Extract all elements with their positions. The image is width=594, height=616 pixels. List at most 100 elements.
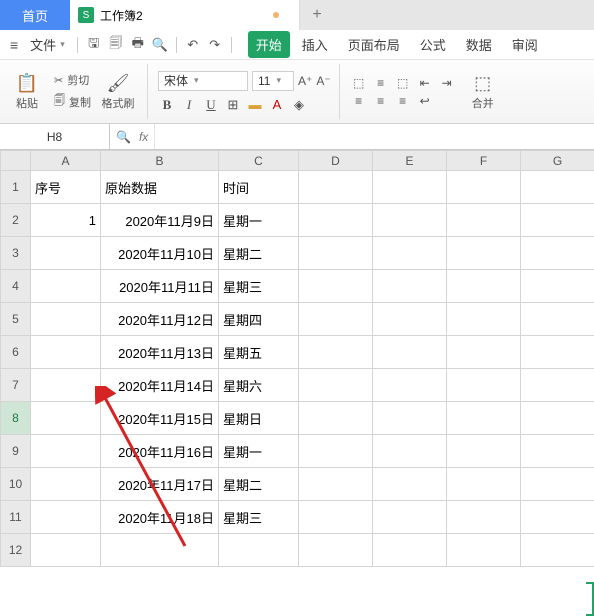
print-icon[interactable]: 🖶 <box>128 34 148 56</box>
row-header-8[interactable]: 8 <box>1 402 31 435</box>
cell-F11[interactable] <box>447 501 521 534</box>
fill-color-button[interactable]: ▬ <box>246 97 264 113</box>
cell-D12[interactable] <box>299 534 373 567</box>
copy-button[interactable]: 🗐复制 <box>54 92 91 111</box>
align-center-icon[interactable]: ≡ <box>372 94 390 108</box>
cell-E1[interactable] <box>373 171 447 204</box>
align-left-icon[interactable]: ≡ <box>350 94 368 108</box>
cell-A6[interactable] <box>31 336 101 369</box>
cell-F8[interactable] <box>447 402 521 435</box>
cell-F6[interactable] <box>447 336 521 369</box>
cell-A8[interactable] <box>31 402 101 435</box>
cell-A11[interactable] <box>31 501 101 534</box>
font-name-select[interactable]: 宋体▾ <box>158 71 248 91</box>
cell-G10[interactable] <box>521 468 594 501</box>
cell-F4[interactable] <box>447 270 521 303</box>
cell-A4[interactable] <box>31 270 101 303</box>
align-bottom-icon[interactable]: ⬚ <box>394 76 412 90</box>
cell-G6[interactable] <box>521 336 594 369</box>
cell-A10[interactable] <box>31 468 101 501</box>
cell-E8[interactable] <box>373 402 447 435</box>
col-header-F[interactable]: F <box>447 151 521 171</box>
wrap-text-icon[interactable]: ↩ <box>416 94 434 108</box>
cell-B4[interactable]: 2020年11月11日 <box>101 270 219 303</box>
row-header-3[interactable]: 3 <box>1 237 31 270</box>
home-tab[interactable]: 首页 <box>0 0 70 30</box>
tab-data[interactable]: 数据 <box>458 31 500 58</box>
cell-D10[interactable] <box>299 468 373 501</box>
preview-icon[interactable]: 🔍 <box>150 37 170 53</box>
cell-E6[interactable] <box>373 336 447 369</box>
row-header-7[interactable]: 7 <box>1 369 31 402</box>
row-header-2[interactable]: 2 <box>1 204 31 237</box>
col-header-C[interactable]: C <box>219 151 299 171</box>
cell-F9[interactable] <box>447 435 521 468</box>
new-tab-button[interactable]: + <box>300 0 334 30</box>
cell-C2[interactable]: 星期一 <box>219 204 299 237</box>
cell-G4[interactable] <box>521 270 594 303</box>
workbook-tab[interactable]: S 工作簿2 <box>70 0 300 30</box>
align-top-icon[interactable]: ⬚ <box>350 76 368 90</box>
col-header-B[interactable]: B <box>101 151 219 171</box>
cell-A1[interactable]: 序号 <box>31 171 101 204</box>
cell-C3[interactable]: 星期二 <box>219 237 299 270</box>
spreadsheet-grid[interactable]: ABCDEFG1序号原始数据时间212020年11月9日星期一32020年11月… <box>0 150 594 567</box>
file-menu-button[interactable]: 文件 ▾ <box>24 35 71 54</box>
cell-A7[interactable] <box>31 369 101 402</box>
bold-button[interactable]: B <box>158 97 176 113</box>
cell-D11[interactable] <box>299 501 373 534</box>
cell-A9[interactable] <box>31 435 101 468</box>
row-header-6[interactable]: 6 <box>1 336 31 369</box>
cell-F5[interactable] <box>447 303 521 336</box>
cell-E4[interactable] <box>373 270 447 303</box>
saveas-icon[interactable]: 🗐 <box>106 34 126 56</box>
cell-C11[interactable]: 星期三 <box>219 501 299 534</box>
cut-button[interactable]: ✂剪切 <box>54 72 91 88</box>
cell-A5[interactable] <box>31 303 101 336</box>
cell-B10[interactable]: 2020年11月17日 <box>101 468 219 501</box>
cell-A3[interactable] <box>31 237 101 270</box>
cell-E9[interactable] <box>373 435 447 468</box>
cell-C8[interactable]: 星期日 <box>219 402 299 435</box>
cell-B9[interactable]: 2020年11月16日 <box>101 435 219 468</box>
cell-D9[interactable] <box>299 435 373 468</box>
cell-B8[interactable]: 2020年11月15日 <box>101 402 219 435</box>
fx-icon[interactable]: fx <box>139 130 148 144</box>
increase-font-icon[interactable]: A⁺ <box>298 74 312 88</box>
cell-G11[interactable] <box>521 501 594 534</box>
cell-G7[interactable] <box>521 369 594 402</box>
col-header-G[interactable]: G <box>521 151 594 171</box>
cell-G1[interactable] <box>521 171 594 204</box>
cell-C1[interactable]: 时间 <box>219 171 299 204</box>
underline-button[interactable]: U <box>202 97 220 113</box>
cell-D4[interactable] <box>299 270 373 303</box>
cell-F10[interactable] <box>447 468 521 501</box>
indent-increase-icon[interactable]: ⇥ <box>438 76 456 90</box>
tab-formula[interactable]: 公式 <box>412 31 454 58</box>
align-right-icon[interactable]: ≡ <box>394 94 412 108</box>
cell-B11[interactable]: 2020年11月18日 <box>101 501 219 534</box>
row-header-12[interactable]: 12 <box>1 534 31 567</box>
decrease-font-icon[interactable]: A⁻ <box>316 74 330 88</box>
align-middle-icon[interactable]: ≡ <box>372 76 390 90</box>
cell-B12[interactable] <box>101 534 219 567</box>
cell-D3[interactable] <box>299 237 373 270</box>
cell-E11[interactable] <box>373 501 447 534</box>
cell-D6[interactable] <box>299 336 373 369</box>
col-header-D[interactable]: D <box>299 151 373 171</box>
tab-page-layout[interactable]: 页面布局 <box>340 31 408 58</box>
hamburger-icon[interactable]: ≡ <box>6 37 22 53</box>
cell-G8[interactable] <box>521 402 594 435</box>
cell-B1[interactable]: 原始数据 <box>101 171 219 204</box>
merge-button[interactable]: ⬚ 合并 <box>462 73 504 111</box>
cell-G9[interactable] <box>521 435 594 468</box>
search-icon[interactable]: 🔍 <box>116 130 131 144</box>
col-header-A[interactable]: A <box>31 151 101 171</box>
cell-C5[interactable]: 星期四 <box>219 303 299 336</box>
cell-F1[interactable] <box>447 171 521 204</box>
cell-B3[interactable]: 2020年11月10日 <box>101 237 219 270</box>
row-header-4[interactable]: 4 <box>1 270 31 303</box>
cell-G5[interactable] <box>521 303 594 336</box>
name-box[interactable]: H8 <box>0 124 110 149</box>
cell-F2[interactable] <box>447 204 521 237</box>
